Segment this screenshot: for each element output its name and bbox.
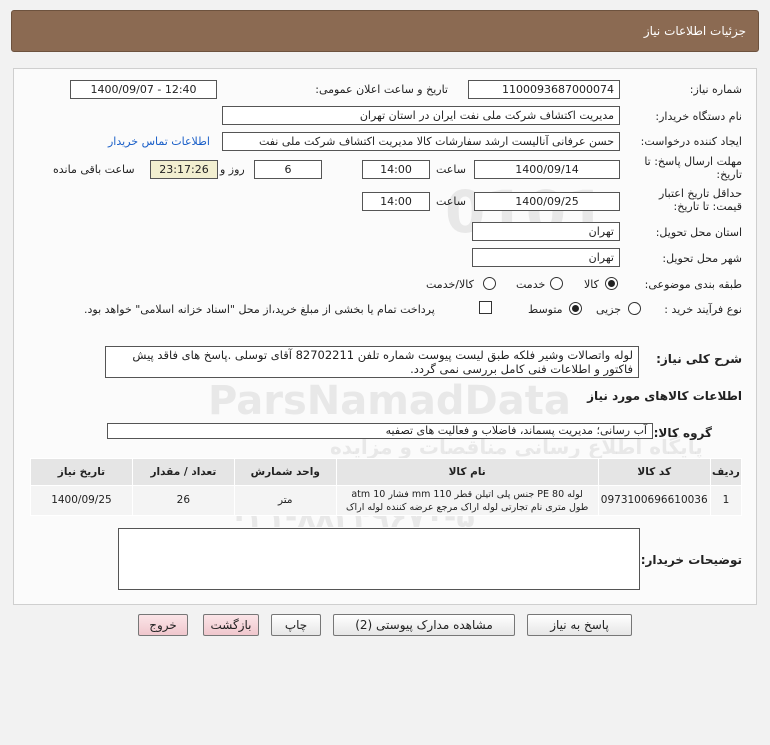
validity-time-label: ساعت xyxy=(436,195,466,208)
need-number-field: 1100093687000074 xyxy=(468,80,620,99)
buyer-contact-link[interactable]: اطلاعات تماس خریدار xyxy=(108,135,210,148)
goods-group-field: آب رسانی؛ مدیریت پسماند، فاضلاب و فعالیت… xyxy=(107,423,653,439)
back-button[interactable]: بازگشت xyxy=(203,614,259,636)
announce-label: تاریخ و ساعت اعلان عمومی: xyxy=(315,83,448,96)
deadline-label-text: مهلت ارسال پاسخ: تا تاریخ: xyxy=(644,155,742,181)
col-qty: تعداد / مقدار xyxy=(131,458,235,486)
print-button[interactable]: چاپ xyxy=(271,614,321,636)
validity-date-field: 1400/09/25 xyxy=(474,192,620,211)
reply-button[interactable]: پاسخ به نیاز xyxy=(527,614,632,636)
deadline-date-field: 1400/09/14 xyxy=(474,160,620,179)
purchase-minor-radio[interactable] xyxy=(628,302,641,315)
need-number-label: شماره نیاز: xyxy=(689,83,742,96)
description-text: لوله واتصالات وشیر فلکه طبق لیست پیوست ش… xyxy=(105,346,639,378)
validity-label-text: حداقل تاریخ اعتبار قیمت: تا تاریخ: xyxy=(658,187,742,213)
col-row: ردیف xyxy=(709,458,743,486)
goods-section-title: اطلاعات کالاهای مورد نیاز xyxy=(587,389,742,403)
purchase-medium-radio[interactable] xyxy=(569,302,582,315)
province-label: استان محل تحویل: xyxy=(655,226,742,239)
treasury-payment-checkbox[interactable] xyxy=(479,301,492,314)
goods-group-label: گروه کالا: xyxy=(653,426,712,440)
category-both-label: کالا/خدمت xyxy=(426,278,474,291)
page-title: جزئیات اطلاعات نیاز xyxy=(643,24,746,38)
col-code: کد کالا xyxy=(597,458,711,486)
category-service-radio[interactable] xyxy=(550,277,563,290)
remaining-label: ساعت باقی مانده xyxy=(53,163,135,176)
col-name: نام کالا xyxy=(335,458,599,486)
cell-unit: متر xyxy=(233,485,337,516)
validity-label: حداقل تاریخ اعتبار قیمت: تا تاریخ: xyxy=(632,187,742,213)
city-label: شهر محل تحویل: xyxy=(662,252,742,265)
deadline-label: مهلت ارسال پاسخ: تا تاریخ: xyxy=(622,155,742,181)
table-row: 1 0973100696610036 لوله PE 80 جنس پلی ات… xyxy=(30,485,743,516)
purchase-type-label: نوع فرآیند خرید : xyxy=(664,303,742,316)
announce-field: 1400/09/07 - 12:40 xyxy=(70,80,217,99)
page-header: جزئیات اطلاعات نیاز xyxy=(11,10,759,52)
cell-name: لوله PE 80 جنس پلی اتیلن قطر 110 mm فشار… xyxy=(335,485,599,516)
cell-qty: 26 xyxy=(131,485,235,516)
validity-time-field: 14:00 xyxy=(362,192,430,211)
goods-table: ردیف کد کالا نام کالا واحد شمارش تعداد /… xyxy=(30,458,743,516)
remaining-time-field: 23:17:26 xyxy=(150,160,218,179)
deadline-time-field: 14:00 xyxy=(362,160,430,179)
deadline-time-label: ساعت xyxy=(436,163,466,176)
table-header-row: ردیف کد کالا نام کالا واحد شمارش تعداد /… xyxy=(30,458,743,486)
purchase-medium-label: متوسط xyxy=(528,303,563,316)
days-label: روز و xyxy=(220,163,245,176)
col-date: تاریخ نیاز xyxy=(30,458,133,486)
buyer-notes-field xyxy=(118,528,640,590)
days-field: 6 xyxy=(254,160,322,179)
treasury-payment-label: پرداخت تمام یا بخشی از مبلغ خرید،از محل … xyxy=(84,303,435,316)
category-goods-radio[interactable] xyxy=(605,277,618,290)
description-label: شرح کلی نیاز: xyxy=(656,352,742,366)
cell-row: 1 xyxy=(709,485,743,516)
category-label: طبقه بندی موضوعی: xyxy=(644,278,742,291)
buyer-notes-label: توضیحات خریدار: xyxy=(640,553,742,567)
exit-button[interactable]: خروج xyxy=(138,614,188,636)
province-field: تهران xyxy=(472,222,620,241)
announce-value: 1400/09/07 - 12:40 xyxy=(90,83,197,96)
creator-label: ایجاد کننده درخواست: xyxy=(640,135,742,148)
category-service-label: خدمت xyxy=(516,278,546,291)
view-attachments-button[interactable]: مشاهده مدارک پیوستی (2) xyxy=(333,614,515,636)
category-both-radio[interactable] xyxy=(483,277,496,290)
category-goods-label: کالا xyxy=(584,278,599,291)
buyer-field: مدیریت اکتشاف شرکت ملی نفت ایران در استا… xyxy=(222,106,620,125)
creator-field: حسن عرفانی آنالیست ارشد سفارشات کالا مدی… xyxy=(222,132,620,151)
purchase-minor-label: جزیی xyxy=(596,303,622,316)
cell-date: 1400/09/25 xyxy=(30,485,133,516)
city-field: تهران xyxy=(472,248,620,267)
col-unit: واحد شمارش xyxy=(233,458,337,486)
cell-code: 0973100696610036 xyxy=(597,485,711,516)
buyer-label: نام دستگاه خریدار: xyxy=(655,110,742,123)
